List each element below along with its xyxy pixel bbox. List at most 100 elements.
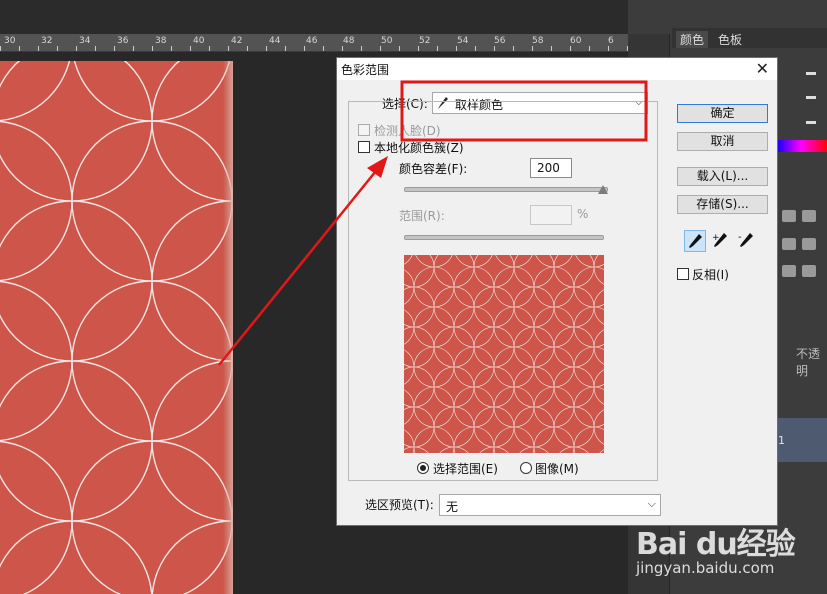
range-input[interactable] (530, 205, 572, 225)
fuzziness-label: 颜色容差(F): (399, 162, 468, 176)
invert-label: 反相(I) (692, 268, 729, 282)
ruler-mark (456, 46, 457, 51)
ruler-tick: 32 (41, 36, 53, 46)
ruler-mark (114, 46, 115, 51)
adjustment-icon[interactable] (802, 265, 816, 277)
selection-radio-label: 选择范围(E) (433, 462, 498, 476)
ruler-tick: 44 (269, 36, 281, 46)
ruler-mark (19, 46, 20, 51)
ruler-mark (551, 46, 552, 51)
adjustment-icon[interactable] (782, 238, 796, 250)
preview-pattern-image (404, 255, 604, 453)
ruler-tick: 30 (4, 36, 16, 46)
ruler-mark (494, 46, 495, 51)
ruler-tick: 42 (231, 36, 243, 46)
range-unit: % (577, 207, 589, 221)
selection-radio[interactable] (417, 462, 429, 474)
color-slider[interactable] (806, 96, 816, 99)
ruler-mark (38, 46, 39, 51)
image-radio[interactable] (520, 462, 532, 474)
load-button[interactable]: 载入(L)... (677, 167, 768, 186)
cancel-button[interactable]: 取消 (677, 132, 768, 151)
chevron-down-icon: ⌵ (647, 497, 656, 510)
save-button[interactable]: 存储(S)... (677, 195, 768, 214)
tab-color[interactable]: 颜色 (676, 31, 709, 48)
fuzziness-input[interactable]: 200 (530, 158, 572, 178)
ruler-mark (323, 46, 324, 51)
ruler-tick: 48 (343, 36, 355, 46)
ruler-tick: 60 (570, 36, 582, 46)
options-bar (0, 0, 628, 34)
fuzziness-slider-thumb[interactable] (598, 185, 608, 194)
ruler-tick: 58 (532, 36, 544, 46)
baidu-jingyan-watermark: Bai du经验 jingyan.baidu.com (636, 515, 827, 594)
ruler-mark (171, 46, 172, 51)
ruler-mark (0, 46, 1, 51)
adjustment-icon[interactable] (782, 210, 796, 222)
ruler-mark (418, 46, 419, 51)
adjustment-icon[interactable] (802, 210, 816, 222)
color-slider[interactable] (806, 121, 816, 124)
ruler-mark (209, 46, 210, 51)
ruler-mark (190, 46, 191, 51)
ruler-mark (152, 46, 153, 51)
ruler-mark (437, 46, 438, 51)
circle-pattern-image (0, 61, 233, 594)
eyedropper-minus-icon[interactable]: - (736, 230, 758, 252)
ruler-tick: 38 (155, 36, 167, 46)
ruler-tick: 46 (306, 36, 318, 46)
dialog-title: 色彩范围 (341, 63, 390, 77)
eyedropper-icon[interactable] (684, 230, 706, 252)
ruler-mark (304, 46, 305, 51)
localized-clusters-checkbox[interactable] (358, 141, 370, 153)
ruler-tick: 52 (419, 36, 431, 46)
svg-text:+: + (712, 233, 720, 243)
ruler-mark (532, 46, 533, 51)
svg-text:-: - (738, 232, 742, 243)
dialog-titlebar: 色彩范围 ✕ (337, 58, 777, 80)
invert-checkbox[interactable] (677, 268, 689, 280)
ruler-mark (570, 46, 571, 51)
selection-preview-value: 无 (446, 500, 459, 514)
color-slider[interactable] (806, 72, 816, 75)
eyedropper-plus-icon[interactable]: + (710, 230, 732, 252)
ruler-tick: 50 (381, 36, 393, 46)
adjustment-icon[interactable] (802, 238, 816, 250)
adjustment-icon[interactable] (782, 265, 796, 277)
watermark-url: jingyan.baidu.com (636, 559, 775, 577)
ruler-mark (589, 46, 590, 51)
ruler-mark (342, 46, 343, 51)
image-radio-label: 图像(M) (535, 462, 579, 476)
selection-preview-label: 选区预览(T): (365, 498, 434, 512)
ruler-mark (266, 46, 267, 51)
ruler-mark (361, 46, 362, 51)
ruler-mark (247, 46, 248, 51)
ruler-tick: 54 (457, 36, 469, 46)
canvas-document[interactable] (0, 61, 233, 594)
ruler-mark (380, 46, 381, 51)
ruler-tick: 6 (608, 36, 614, 46)
ruler-mark (285, 46, 286, 51)
range-label: 范围(R): (399, 209, 445, 223)
ruler-mark (76, 46, 77, 51)
ruler-tick: 40 (193, 36, 205, 46)
ok-button[interactable]: 确定 (677, 104, 768, 123)
opacity-label: 不透明 (796, 347, 821, 378)
ruler-mark (608, 46, 609, 51)
detect-faces-checkbox[interactable] (358, 124, 370, 136)
ruler-tick: 36 (117, 36, 129, 46)
ruler-mark (399, 46, 400, 51)
selection-preview (404, 255, 604, 453)
ruler-mark (513, 46, 514, 51)
tab-swatches[interactable]: 色板 (718, 31, 742, 48)
document-edge (223, 61, 233, 594)
fuzziness-slider[interactable] (404, 187, 608, 192)
layer-number: 1 (778, 434, 785, 447)
range-slider[interactable] (404, 235, 604, 240)
watermark-logo: Bai du经验 (636, 527, 796, 562)
ruler-tick: 56 (494, 36, 506, 46)
ruler-mark (228, 46, 229, 51)
color-range-dialog: 色彩范围 ✕ 选择(C): 取样颜色 ⌵ 检测人脸(D) 本地化颜色簇(Z) 颜… (336, 57, 778, 526)
selection-preview-dropdown[interactable]: 无 ⌵ (439, 494, 661, 516)
close-icon[interactable]: ✕ (756, 59, 769, 78)
